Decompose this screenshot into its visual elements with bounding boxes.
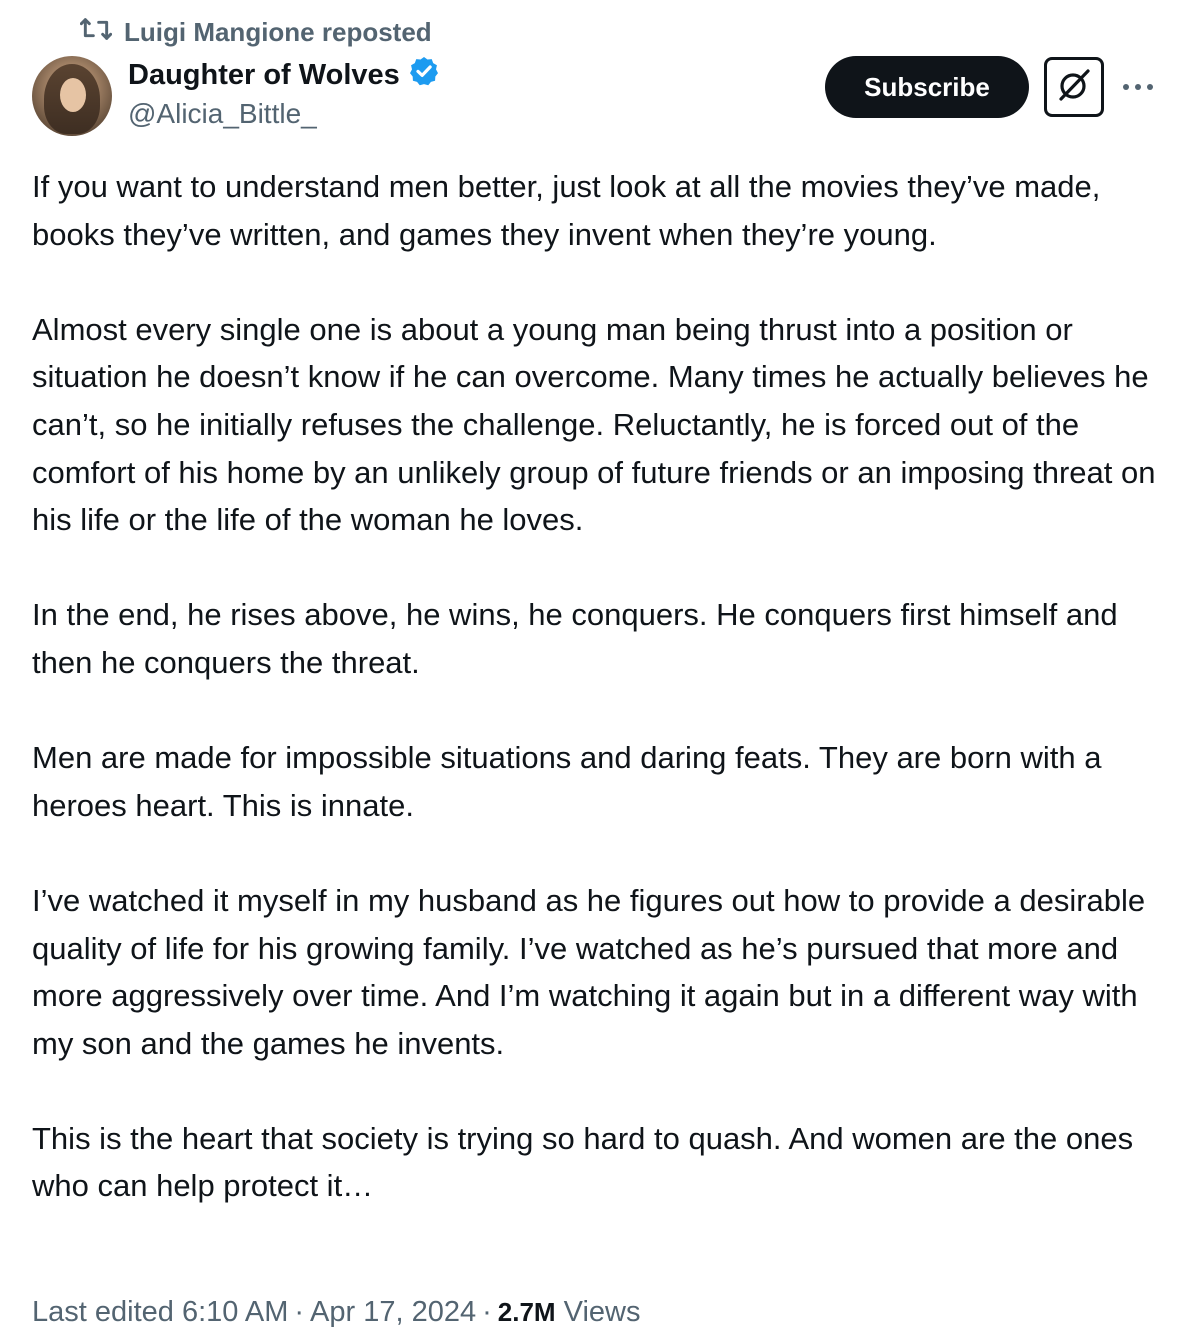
meta-separator: ·: [482, 1295, 492, 1328]
repost-label[interactable]: Luigi Mangione reposted: [124, 17, 432, 48]
post-date[interactable]: Apr 17, 2024: [310, 1296, 476, 1329]
post-paragraph: If you want to understand men better, ju…: [32, 169, 1101, 252]
repost-header: Luigi Mangione reposted: [79, 15, 432, 50]
avatar-face: [60, 78, 86, 112]
avatar[interactable]: [32, 56, 112, 136]
repost-icon: [79, 15, 113, 50]
display-name-text[interactable]: Daughter of Wolves: [128, 59, 400, 92]
post-paragraph: This is the heart that society is trying…: [32, 1120, 1134, 1204]
verified-badge-icon[interactable]: [408, 55, 440, 95]
post-paragraph: I’ve watched it myself in my husband as …: [32, 882, 1146, 1061]
author-display-name[interactable]: Daughter of Wolves: [128, 56, 440, 94]
grok-button[interactable]: [1044, 57, 1104, 117]
post-paragraph: Almost every single one is about a young…: [32, 311, 1156, 538]
post-paragraph: Men are made for impossible situations a…: [32, 740, 1102, 823]
subscribe-button[interactable]: Subscribe: [825, 56, 1029, 118]
views-count: 2.7M: [497, 1296, 556, 1327]
meta-separator: ·: [294, 1295, 305, 1328]
grok-icon: [1054, 65, 1094, 110]
more-icon: [1122, 78, 1154, 96]
post-body: If you want to understand men better, ju…: [32, 163, 1162, 1210]
post-meta: Last edited 6:10 AM · Apr 17, 2024 · 2.7M Vi…: [32, 1292, 641, 1332]
edited-label[interactable]: Last edited: [32, 1296, 174, 1329]
post-time[interactable]: 6:10 AM: [182, 1296, 288, 1329]
more-options-button[interactable]: [1118, 70, 1158, 104]
author-handle[interactable]: @Alicia_Bittle_: [128, 98, 317, 134]
views-label: Views: [563, 1295, 641, 1328]
post-paragraph: In the end, he rises above, he wins, he …: [32, 597, 1118, 680]
